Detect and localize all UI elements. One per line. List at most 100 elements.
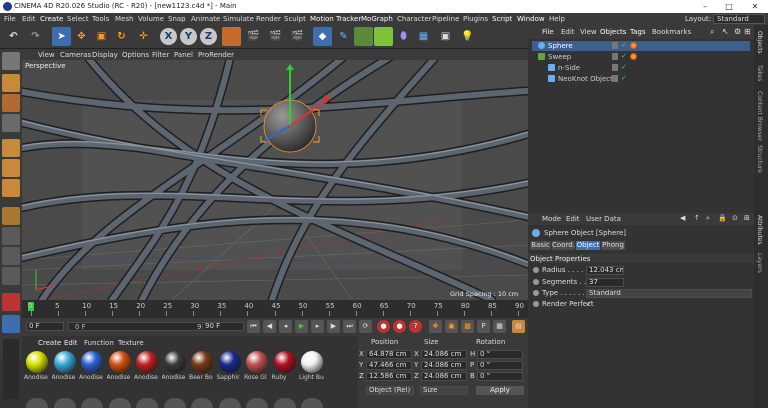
play-icon[interactable]: ▶ xyxy=(295,320,308,333)
type-anim-dot[interactable] xyxy=(533,290,539,296)
close-button[interactable]: ✕ xyxy=(744,0,766,13)
material-swatch[interactable]: Anodise xyxy=(24,351,50,381)
material-swatch-row2[interactable] xyxy=(246,398,268,408)
object-tree-item[interactable]: Sweep ✓ xyxy=(532,52,750,62)
step-forward-icon[interactable]: ▸ xyxy=(311,320,324,333)
material-swatch-row2[interactable] xyxy=(301,398,323,408)
attr-menu-mode[interactable]: Mode xyxy=(542,215,561,223)
snap-icon[interactable] xyxy=(2,247,20,265)
menu-render[interactable]: Render xyxy=(256,15,281,23)
tab-layers[interactable]: Layers xyxy=(756,253,763,273)
obj-menu-objects[interactable]: Objects xyxy=(600,28,626,36)
redo-icon[interactable]: ↷ xyxy=(26,27,45,46)
material-swatch-row2[interactable] xyxy=(191,398,213,408)
tab-content-browser[interactable]: Content Browser xyxy=(756,91,763,141)
rotation-field[interactable]: 0 ° xyxy=(477,372,523,381)
object-manager-filter-icon[interactable]: ⚙ xyxy=(734,27,741,36)
viewport-menu-panel[interactable]: Panel xyxy=(174,51,193,59)
material-menu-create[interactable]: Create xyxy=(38,339,61,347)
minimize-button[interactable]: – xyxy=(694,0,716,13)
tag-icon[interactable] xyxy=(630,42,637,49)
attr-menu-edit[interactable]: Edit xyxy=(566,215,580,223)
scale-key-icon[interactable]: ▣ xyxy=(445,320,458,333)
attr-tab-basic[interactable]: Basic xyxy=(530,241,551,250)
attr-up-icon[interactable]: ↑ xyxy=(694,214,700,222)
obj-menu-tags[interactable]: Tags xyxy=(630,28,646,36)
material-swatch[interactable]: Ruby xyxy=(272,351,298,381)
menu-window[interactable]: Window xyxy=(517,15,545,23)
recent-tool-icon[interactable]: ✛ xyxy=(134,27,153,46)
visibility-toggle-icon[interactable] xyxy=(612,53,618,60)
workplane-icon[interactable] xyxy=(2,114,20,132)
cube-primitive-icon[interactable]: ◆ xyxy=(313,27,332,46)
z-axis-lock-icon[interactable]: Z xyxy=(200,28,217,45)
material-swatch[interactable]: Anodise xyxy=(162,351,188,381)
menu-volume[interactable]: Volume xyxy=(138,15,164,23)
menu-character[interactable]: Character xyxy=(397,15,432,23)
menu-help[interactable]: Help xyxy=(549,15,565,23)
menu-animate[interactable]: Animate xyxy=(191,15,220,23)
tab-objects[interactable]: Objects xyxy=(756,31,763,54)
record-icon[interactable]: ● xyxy=(377,320,390,333)
select-tool-icon[interactable]: ➤ xyxy=(52,27,71,46)
material-swatch-row2[interactable] xyxy=(81,398,103,408)
obj-menu-file[interactable]: File xyxy=(542,28,554,36)
coord-mode-select[interactable]: Object (Rel) xyxy=(366,386,414,395)
attr-menu-user-data[interactable]: User Data xyxy=(586,215,621,223)
array-icon[interactable] xyxy=(374,27,393,46)
rotation-field[interactable]: 0 ° xyxy=(477,361,523,370)
material-swatch[interactable]: Anodise xyxy=(79,351,105,381)
visibility-toggle-icon[interactable] xyxy=(612,42,618,49)
make-editable-icon[interactable] xyxy=(2,52,20,70)
position-field[interactable]: 64.878 cm xyxy=(366,350,412,359)
render-perfect-checkbox[interactable]: ✓ xyxy=(586,300,592,308)
menu-plugins[interactable]: Plugins xyxy=(463,15,488,23)
viewport-menu-options[interactable]: Options xyxy=(122,51,149,59)
coordinate-system-icon[interactable] xyxy=(222,27,241,46)
render-picture-viewer-icon[interactable]: 🎬 xyxy=(266,27,285,46)
move-key-icon[interactable]: ✥ xyxy=(429,320,442,333)
points-mode-icon[interactable] xyxy=(2,139,20,157)
menu-snap[interactable]: Snap xyxy=(168,15,186,23)
size-field[interactable]: 24.086 cm xyxy=(421,361,467,370)
deformer-icon[interactable]: ⬮ xyxy=(394,27,413,46)
subdivision-icon[interactable] xyxy=(354,27,373,46)
position-field[interactable]: 12.586 cm xyxy=(366,372,412,381)
menu-motion-tracker[interactable]: Motion Tracker xyxy=(310,15,361,23)
maximize-button[interactable]: □ xyxy=(718,0,740,13)
attr-lock-icon[interactable]: 🔒 xyxy=(718,214,727,222)
param-key-icon[interactable]: P xyxy=(477,320,490,333)
viewport-menu-view[interactable]: View xyxy=(38,51,55,59)
menu-select[interactable]: Select xyxy=(67,15,89,23)
magnet-icon[interactable] xyxy=(2,293,20,311)
model-mode-icon[interactable] xyxy=(2,74,20,92)
camera-icon[interactable]: ▣ xyxy=(436,27,455,46)
material-menu-edit[interactable]: Edit xyxy=(64,339,78,347)
y-axis-lock-icon[interactable]: Y xyxy=(180,28,197,45)
radius-anim-dot[interactable] xyxy=(533,267,539,273)
layout-switch-icon[interactable] xyxy=(2,315,20,333)
tweak-mode-icon[interactable] xyxy=(2,227,20,245)
material-swatch-row2[interactable] xyxy=(218,398,241,408)
menu-script[interactable]: Script xyxy=(492,15,512,23)
material-swatch[interactable]: Anodise xyxy=(134,351,160,381)
viewport-menu-prorender[interactable]: ProRender xyxy=(198,51,234,59)
scale-tool-icon[interactable]: ▣ xyxy=(92,27,111,46)
size-field[interactable]: 24.086 cm xyxy=(421,350,467,359)
menu-mograph[interactable]: MoGraph xyxy=(361,15,393,23)
workplane-lock-icon[interactable] xyxy=(2,267,20,285)
attr-tab-coord[interactable]: Coord. xyxy=(552,241,575,250)
render-perfect-anim-dot[interactable] xyxy=(533,301,539,307)
attr-new-icon[interactable]: ⊙ xyxy=(732,214,738,222)
visibility-toggle-icon[interactable] xyxy=(612,64,618,71)
material-swatch-row2[interactable] xyxy=(53,398,76,408)
enabled-check-icon[interactable]: ✓ xyxy=(621,63,627,71)
polygons-mode-icon[interactable] xyxy=(2,179,20,197)
material-menu-function[interactable]: Function xyxy=(84,339,114,347)
position-field[interactable]: 47.466 cm xyxy=(366,361,412,370)
loop-icon[interactable]: ⟳ xyxy=(359,320,372,333)
pla-key-icon[interactable]: ▦ xyxy=(493,320,506,333)
material-swatch[interactable]: Light Bu xyxy=(299,351,325,381)
size-mode-select[interactable]: Size xyxy=(420,386,468,395)
menu-simulate[interactable]: Simulate xyxy=(223,15,254,23)
